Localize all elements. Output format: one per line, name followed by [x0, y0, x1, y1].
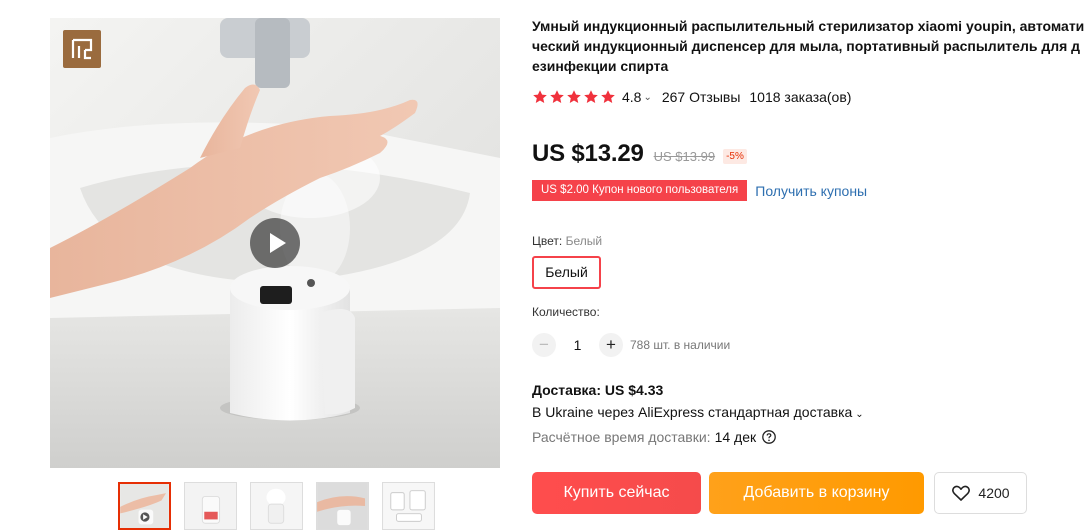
- star-icon: [584, 90, 598, 103]
- wishlist-count: 4200: [978, 485, 1010, 501]
- star-icon: [550, 90, 564, 103]
- orders-count: 1018 заказа(ов): [749, 89, 852, 105]
- youpin-logo-icon: [63, 30, 101, 68]
- thumbnail-sink-hand[interactable]: [316, 482, 369, 530]
- delivery-time-label: Расчётное время доставки:: [532, 429, 711, 445]
- shipping-method-text: В Ukraine через AliExpress стандартная д…: [532, 404, 853, 420]
- wishlist-button[interactable]: 4200: [934, 472, 1027, 514]
- quantity-decrease-button[interactable]: −: [532, 333, 556, 357]
- price-row: US $13.29 US $13.99 -5%: [532, 140, 747, 168]
- shipping-cost: Доставка: US $4.33: [532, 382, 664, 398]
- quantity-label: Количество:: [532, 305, 600, 319]
- play-video-button[interactable]: [250, 218, 300, 268]
- color-label-text: Цвет:: [532, 234, 563, 248]
- shipping-method[interactable]: В Ukraine через AliExpress стандартная д…: [532, 404, 864, 420]
- play-icon: [270, 233, 286, 253]
- product-title: Умный индукционный распылительный стерил…: [532, 18, 1085, 74]
- quantity-input[interactable]: 1: [556, 337, 599, 353]
- rating-value[interactable]: 4.8: [622, 89, 641, 105]
- thumbnail-dispenser-light[interactable]: [250, 482, 303, 530]
- chevron-down-icon[interactable]: ⌄: [643, 92, 651, 103]
- star-icon: [533, 90, 547, 103]
- selected-color: Белый: [565, 234, 603, 248]
- add-to-cart-button[interactable]: Добавить в корзину: [709, 472, 924, 514]
- color-label: Цвет: Белый: [532, 234, 602, 248]
- get-coupons-link[interactable]: Получить купоны: [755, 183, 867, 199]
- thumbnail-package-contents[interactable]: [382, 482, 435, 530]
- reviews-link[interactable]: 267 Отзывы: [662, 89, 741, 105]
- quantity-increase-button[interactable]: +: [599, 333, 623, 357]
- rating-row: 4.8 ⌄ 267 Отзывы 1018 заказа(ов): [532, 87, 851, 107]
- main-product-image[interactable]: [50, 18, 500, 468]
- rating-stars: [532, 89, 616, 105]
- heart-icon: [952, 485, 971, 501]
- delivery-time-value: 14 дек: [714, 429, 757, 445]
- star-icon: [567, 90, 581, 103]
- thumbnail-strip: [118, 482, 435, 530]
- color-option-white[interactable]: Белый: [532, 256, 601, 289]
- buy-now-button[interactable]: Купить сейчас: [532, 472, 701, 514]
- discount-badge: -5%: [723, 149, 747, 164]
- delivery-time: Расчётное время доставки: 14 дек: [532, 429, 776, 445]
- star-icon: [601, 90, 615, 103]
- thumbnail-dispenser-spray[interactable]: [184, 482, 237, 530]
- chevron-down-icon[interactable]: ⌄: [855, 409, 863, 420]
- help-icon[interactable]: [762, 430, 776, 444]
- stock-count: 788 шт. в наличии: [630, 338, 731, 352]
- quantity-stepper: − 1 + 788 шт. в наличии: [532, 333, 730, 357]
- original-price: US $13.99: [653, 149, 716, 164]
- thumbnail-hand-dispenser[interactable]: [118, 482, 171, 530]
- current-price: US $13.29: [532, 140, 644, 167]
- new-user-coupon[interactable]: US $2.00 Купон нового пользователя: [528, 180, 751, 201]
- coupon-row: US $2.00 Купон нового пользователя Получ…: [528, 180, 867, 201]
